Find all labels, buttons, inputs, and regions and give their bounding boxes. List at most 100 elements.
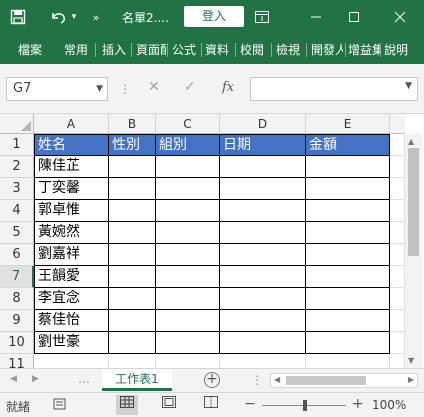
cell-b10[interactable] (109, 332, 156, 354)
vertical-scrollbar[interactable]: ▲ ▼ (405, 134, 422, 368)
cell-d2[interactable] (220, 156, 306, 178)
row-header-6[interactable]: 6 (0, 244, 34, 266)
row-header-8[interactable]: 8 (0, 288, 34, 310)
cell-e1[interactable]: 金額 (306, 134, 390, 156)
cell-a1[interactable]: 姓名 (34, 134, 109, 156)
cell-d9[interactable] (220, 310, 306, 332)
cell-c1[interactable]: 組別 (156, 134, 220, 156)
tab-formulas[interactable]: 公式 (172, 41, 196, 58)
cell-b2[interactable] (109, 156, 156, 178)
column-header-c[interactable]: C (156, 114, 220, 134)
save-icon[interactable] (8, 7, 28, 27)
close-icon[interactable] (382, 0, 418, 34)
normal-view-icon[interactable] (116, 395, 138, 415)
name-box[interactable]: G7 ▼ (6, 77, 108, 101)
column-header-a[interactable]: A (34, 114, 109, 134)
cell-c8[interactable] (156, 288, 220, 310)
zoom-level[interactable]: 100% (372, 398, 406, 412)
cell-e2[interactable] (306, 156, 390, 178)
cell-e10[interactable] (306, 332, 390, 354)
horizontal-scroll-thumb[interactable] (286, 376, 366, 385)
row-header-7[interactable]: 7 (0, 266, 34, 288)
row-header-1[interactable]: 1 (0, 134, 34, 156)
cell-d4[interactable] (220, 200, 306, 222)
cell-a3[interactable]: 丁奕馨 (34, 178, 109, 200)
sheet-more-icon[interactable]: … (78, 372, 90, 386)
cell-c7[interactable] (156, 266, 220, 288)
sheet-tab-1[interactable]: 工作表1 (102, 369, 172, 391)
tab-file[interactable]: 檔案 (18, 41, 42, 58)
horizontal-scrollbar[interactable]: ◀ ▶ (270, 373, 418, 388)
cell-a8[interactable]: 李宜念 (34, 288, 109, 310)
cell-a4[interactable]: 郭卓惟 (34, 200, 109, 222)
tab-data[interactable]: 資料 (205, 41, 229, 58)
cell-b5[interactable] (109, 222, 156, 244)
cell-d1[interactable]: 日期 (220, 134, 306, 156)
cell-d8[interactable] (220, 288, 306, 310)
drag-handle-icon[interactable]: ⋮ (251, 373, 263, 387)
prev-sheet-icon[interactable]: ◀ (10, 374, 17, 384)
column-header-b[interactable]: B (109, 114, 156, 134)
enter-icon[interactable]: ✓ (184, 79, 196, 95)
next-sheet-icon[interactable]: ▶ (32, 374, 39, 384)
cell-b7[interactable] (109, 266, 156, 288)
cell-c4[interactable] (156, 200, 220, 222)
tab-page-layout[interactable]: 頁面配 (136, 41, 166, 58)
row-header-5[interactable]: 5 (0, 222, 34, 244)
minimize-icon[interactable] (298, 0, 334, 34)
zoom-slider-knob[interactable] (303, 400, 307, 411)
cell-b1[interactable]: 性別 (109, 134, 156, 156)
tab-view[interactable]: 檢視 (276, 41, 300, 58)
cell-d7[interactable] (220, 266, 306, 288)
cell-c10[interactable] (156, 332, 220, 354)
drag-handle-icon[interactable]: ⋮ (119, 82, 131, 96)
expand-formula-icon[interactable]: ▼ (405, 81, 412, 91)
cell-a10[interactable]: 劉世豪 (34, 332, 109, 354)
scroll-right-icon[interactable]: ▶ (408, 375, 414, 384)
tab-insert[interactable]: 插入 (102, 41, 126, 58)
cell-c2[interactable] (156, 156, 220, 178)
cell-b6[interactable] (109, 244, 156, 266)
page-break-view-icon[interactable] (200, 395, 222, 415)
cell-a6[interactable]: 劉嘉祥 (34, 244, 109, 266)
cell-b4[interactable] (109, 200, 156, 222)
tab-review[interactable]: 校閱 (240, 41, 264, 58)
row-header-9[interactable]: 9 (0, 310, 34, 332)
scroll-down-icon[interactable]: ▼ (408, 356, 414, 365)
cell-b3[interactable] (109, 178, 156, 200)
more-icon[interactable]: » (86, 7, 106, 27)
page-layout-view-icon[interactable] (158, 395, 180, 415)
cell-e7[interactable] (306, 266, 390, 288)
cell-b9[interactable] (109, 310, 156, 332)
cell-b8[interactable] (109, 288, 156, 310)
cell-d3[interactable] (220, 178, 306, 200)
vertical-scroll-thumb[interactable] (408, 148, 419, 256)
cell-c9[interactable] (156, 310, 220, 332)
signin-button[interactable]: 登入 (184, 6, 244, 27)
zoom-in-button[interactable]: + (352, 396, 364, 412)
undo-dropdown-icon[interactable]: ▾ (64, 7, 84, 27)
column-header-d[interactable]: D (220, 114, 306, 134)
cell-a5[interactable]: 黃婉然 (34, 222, 109, 244)
accessibility-icon[interactable] (52, 397, 68, 412)
cell-e8[interactable] (306, 288, 390, 310)
cell-a2[interactable]: 陳佳芷 (34, 156, 109, 178)
cell-d6[interactable] (220, 244, 306, 266)
row-header-3[interactable]: 3 (0, 178, 34, 200)
cell-e4[interactable] (306, 200, 390, 222)
cell-a7[interactable]: 王韻愛 (34, 266, 109, 288)
scroll-up-icon[interactable]: ▲ (408, 137, 414, 146)
cell-c3[interactable] (156, 178, 220, 200)
zoom-out-button[interactable]: − (244, 396, 256, 412)
ribbon-display-icon[interactable] (244, 0, 280, 34)
tab-developer[interactable]: 開發人 (311, 41, 343, 58)
row-header-10[interactable]: 10 (0, 332, 34, 354)
chevron-down-icon[interactable]: ▼ (96, 78, 103, 100)
maximize-icon[interactable] (336, 0, 372, 34)
cell-c5[interactable] (156, 222, 220, 244)
insert-function-icon[interactable]: fx (222, 80, 234, 95)
cell-e3[interactable] (306, 178, 390, 200)
select-all-corner[interactable] (0, 114, 34, 134)
tab-addins[interactable]: 增益集 (348, 41, 380, 58)
tab-home[interactable]: 常用 (64, 41, 88, 58)
